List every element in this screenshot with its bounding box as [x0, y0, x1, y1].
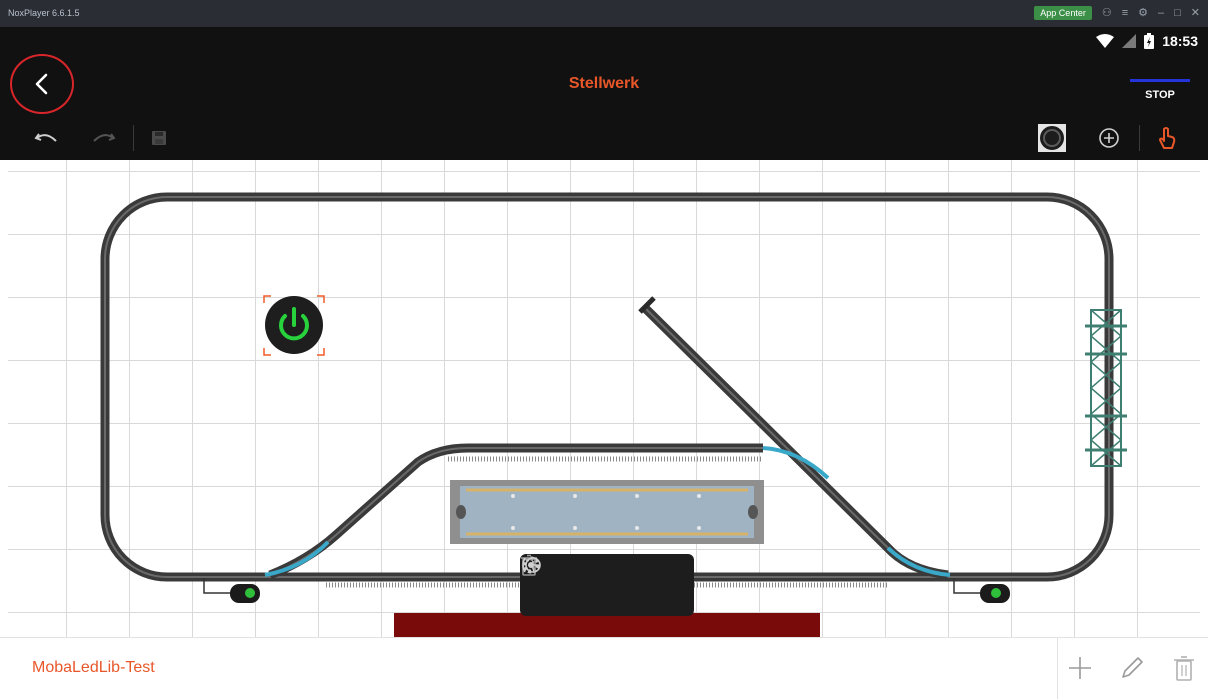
- delete-layout-button[interactable]: [1168, 652, 1200, 684]
- undo-button[interactable]: [30, 123, 62, 153]
- power-block-button[interactable]: [1036, 123, 1068, 153]
- add-layout-button[interactable]: [1064, 652, 1096, 684]
- add-circle-icon: [1099, 128, 1119, 148]
- layout-name[interactable]: MobaLedLib-Test: [32, 659, 155, 677]
- pencil-icon: [1122, 657, 1143, 678]
- emulator-minimize-icon[interactable]: –: [1158, 6, 1164, 20]
- signal-right[interactable]: [953, 578, 1010, 603]
- clock: 18:53: [1162, 33, 1198, 49]
- emulator-settings-icon[interactable]: ⚙: [1138, 6, 1148, 20]
- emulator-maximize-icon[interactable]: □: [1174, 6, 1181, 20]
- station-platform[interactable]: [450, 480, 764, 544]
- battery-icon: [1144, 33, 1155, 49]
- layout-actions: [1064, 652, 1200, 684]
- layout-canvas[interactable]: [8, 160, 1200, 637]
- power-block-icon: [1038, 124, 1066, 152]
- app-center-button[interactable]: App Center: [1034, 6, 1092, 20]
- touch-mode-button[interactable]: [1152, 123, 1182, 153]
- power-button-element[interactable]: [263, 295, 325, 356]
- plus-icon: [1069, 657, 1091, 679]
- emulator-close-icon[interactable]: ✕: [1191, 6, 1200, 20]
- save-icon: [152, 131, 166, 145]
- add-circle-icon[interactable]: [520, 554, 544, 576]
- stop-indicator-line: [1130, 79, 1190, 82]
- undo-icon: [34, 133, 57, 142]
- touch-hand-icon: [1159, 127, 1176, 149]
- emulator-title: NoxPlayer 6.6.1.5: [8, 8, 80, 18]
- emulator-account-icon[interactable]: ⚇: [1102, 6, 1112, 20]
- wifi-icon: [1096, 34, 1115, 48]
- bottom-separator: [1057, 638, 1058, 699]
- red-block-element[interactable]: [394, 613, 820, 637]
- signal-left[interactable]: [203, 578, 260, 603]
- emulator-menu-icon[interactable]: ≡: [1122, 6, 1128, 20]
- add-element-button[interactable]: [1094, 123, 1124, 153]
- page-title: Stellwerk: [568, 75, 640, 92]
- element-context-toolbar: [520, 554, 694, 616]
- editor-toolbar: [0, 117, 1208, 160]
- trash-icon: [1174, 656, 1194, 681]
- stop-control[interactable]: STOP: [1130, 79, 1190, 101]
- bottom-bar: MobaLedLib-Test: [0, 637, 1208, 699]
- redo-icon: [93, 133, 116, 142]
- signal-icon: [1122, 34, 1137, 48]
- app-root: NoxPlayer 6.6.1.5 App Center ⚇ ≡ ⚙ – □ ✕…: [0, 0, 1208, 699]
- edit-layout-button[interactable]: [1116, 652, 1148, 684]
- emulator-controls: App Center ⚇ ≡ ⚙ – □ ✕: [1034, 6, 1200, 20]
- status-bar: 18:53: [1096, 33, 1198, 49]
- toolbar-separator: [1139, 125, 1140, 151]
- toolbar-separator: [133, 125, 134, 151]
- app-header: 18:53 Stellwerk STOP: [0, 27, 1208, 160]
- save-button[interactable]: [144, 123, 174, 153]
- redo-button[interactable]: [88, 123, 120, 153]
- emulator-title-bar: NoxPlayer 6.6.1.5 App Center ⚇ ≡ ⚙ – □ ✕: [0, 0, 1208, 27]
- stop-button[interactable]: STOP: [1130, 89, 1190, 101]
